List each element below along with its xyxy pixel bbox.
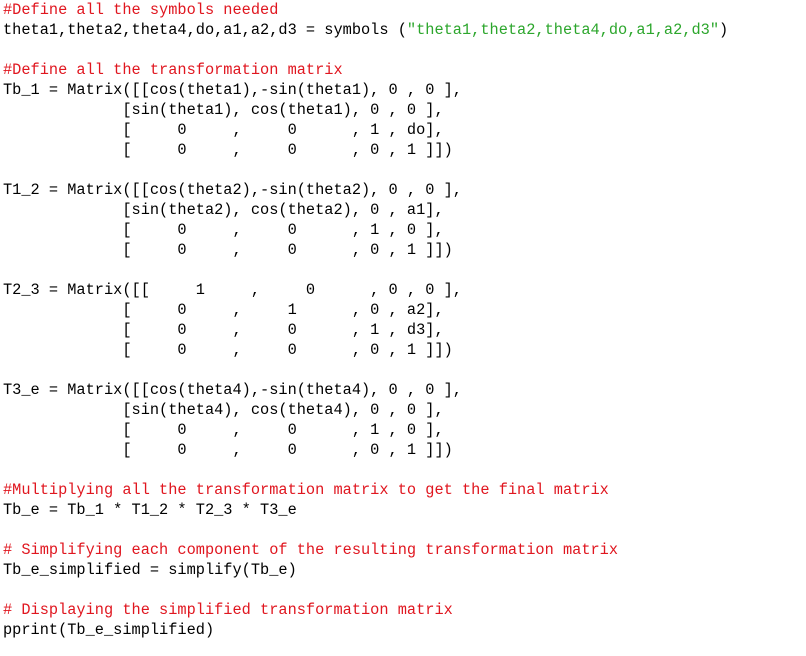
code-line[interactable]: T2_3 = Matrix([[ 1 , 0 , 0 , 0 ], (3, 280, 803, 300)
code-text: pprint(Tb_e_simplified) (3, 621, 215, 639)
code-text: Tb_e = Tb_1 * T1_2 * T2_3 * T3_e (3, 501, 297, 519)
code-text: [ 0 , 0 , 1 , 0 ], (3, 421, 444, 439)
code-text: [ 0 , 1 , 0 , a2], (3, 301, 444, 319)
code-line[interactable]: T3_e = Matrix([[cos(theta4),-sin(theta4)… (3, 380, 803, 400)
code-line[interactable]: #Define all the transformation matrix (3, 60, 803, 80)
code-text: theta1,theta2,theta4,do,a1,a2,d3 = symbo… (3, 21, 407, 39)
code-text: [ 0 , 0 , 1 , 0 ], (3, 221, 444, 239)
code-text: [ 0 , 0 , 0 , 1 ]]) (3, 141, 453, 159)
code-string: "theta1,theta2,theta4,do,a1,a2,d3" (406, 21, 720, 39)
code-line[interactable]: [ 0 , 0 , 1 , d3], (3, 320, 803, 340)
code-line[interactable]: [sin(theta4), cos(theta4), 0 , 0 ], (3, 400, 803, 420)
code-line[interactable]: ​ (3, 40, 803, 60)
code-line[interactable]: #Multiplying all the transformation matr… (3, 480, 803, 500)
code-line[interactable]: [ 0 , 0 , 0 , 1 ]]) (3, 240, 803, 260)
code-line[interactable]: Tb_e = Tb_1 * T1_2 * T2_3 * T3_e (3, 500, 803, 520)
code-line[interactable]: [sin(theta2), cos(theta2), 0 , a1], (3, 200, 803, 220)
code-text: T1_2 = Matrix([[cos(theta2),-sin(theta2)… (3, 181, 462, 199)
code-line[interactable]: ​ (3, 520, 803, 540)
code-text: [ 0 , 0 , 1 , d3], (3, 321, 444, 339)
code-text: ) (719, 21, 729, 39)
code-text: [ 0 , 0 , 1 , do], (3, 121, 444, 139)
code-line[interactable]: [ 0 , 0 , 1 , 0 ], (3, 420, 803, 440)
code-text: T2_3 = Matrix([[ 1 , 0 , 0 , 0 ], (3, 281, 462, 299)
code-comment: #Define all the symbols needed (3, 1, 279, 19)
code-line[interactable]: T1_2 = Matrix([[cos(theta2),-sin(theta2)… (3, 180, 803, 200)
code-line[interactable]: ​ (3, 360, 803, 380)
code-comment: #Define all the transformation matrix (3, 61, 343, 79)
code-comment: # Displaying the simplified transformati… (3, 601, 453, 619)
code-line[interactable]: pprint(Tb_e_simplified) (3, 620, 803, 640)
code-line[interactable]: [ 0 , 0 , 1 , do], (3, 120, 803, 140)
code-line[interactable]: ​ (3, 460, 803, 480)
code-text: [ 0 , 0 , 0 , 1 ]]) (3, 441, 453, 459)
code-text: [sin(theta1), cos(theta1), 0 , 0 ], (3, 101, 444, 119)
code-text: [sin(theta2), cos(theta2), 0 , a1], (3, 201, 444, 219)
code-text: T3_e = Matrix([[cos(theta4),-sin(theta4)… (3, 381, 462, 399)
code-text: [sin(theta4), cos(theta4), 0 , 0 ], (3, 401, 444, 419)
code-line[interactable]: [ 0 , 0 , 0 , 1 ]]) (3, 140, 803, 160)
code-comment: # Simplifying each component of the resu… (3, 541, 619, 559)
code-line[interactable]: ​ (3, 160, 803, 180)
code-text: [ 0 , 0 , 0 , 1 ]]) (3, 341, 453, 359)
code-line[interactable]: [ 0 , 0 , 1 , 0 ], (3, 220, 803, 240)
code-line[interactable]: # Displaying the simplified transformati… (3, 600, 803, 620)
code-line[interactable]: # Simplifying each component of the resu… (3, 540, 803, 560)
code-line[interactable]: theta1,theta2,theta4,do,a1,a2,d3 = symbo… (3, 20, 803, 40)
code-line[interactable]: Tb_1 = Matrix([[cos(theta1),-sin(theta1)… (3, 80, 803, 100)
code-line[interactable]: #Define all the symbols needed (3, 0, 803, 20)
code-line[interactable]: [ 0 , 0 , 0 , 1 ]]) (3, 440, 803, 460)
code-line[interactable]: Tb_e_simplified = simplify(Tb_e) (3, 560, 803, 580)
code-line[interactable]: ​ (3, 580, 803, 600)
code-text: Tb_e_simplified = simplify(Tb_e) (3, 561, 297, 579)
code-line[interactable]: ​ (3, 260, 803, 280)
code-line[interactable]: [ 0 , 0 , 0 , 1 ]]) (3, 340, 803, 360)
code-line[interactable]: [sin(theta1), cos(theta1), 0 , 0 ], (3, 100, 803, 120)
code-comment: #Multiplying all the transformation matr… (3, 481, 609, 499)
code-text: Tb_1 = Matrix([[cos(theta1),-sin(theta1)… (3, 81, 462, 99)
code-editor[interactable]: #Define all the symbols needed theta1,the… (3, 0, 803, 656)
code-line[interactable]: [ 0 , 1 , 0 , a2], (3, 300, 803, 320)
code-text: [ 0 , 0 , 0 , 1 ]]) (3, 241, 453, 259)
